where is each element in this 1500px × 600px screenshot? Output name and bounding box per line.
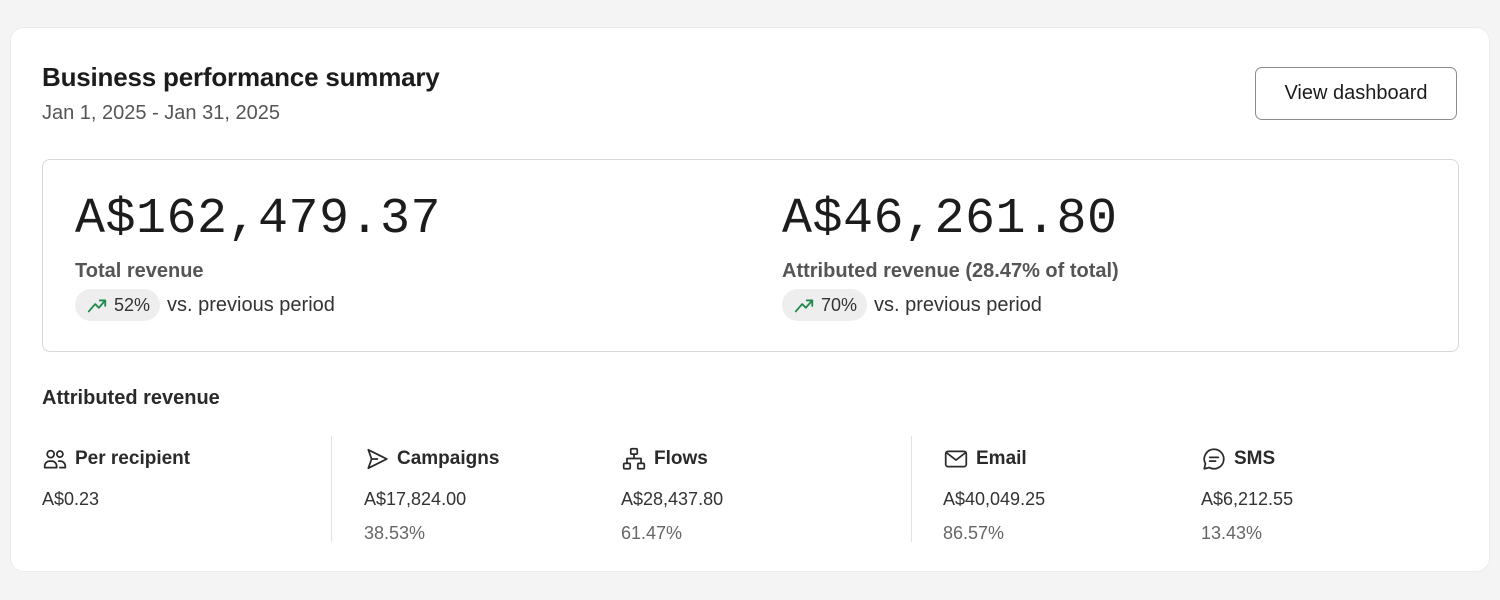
stat-value: A$28,437.80	[621, 489, 724, 509]
page-title: Business performance summary	[42, 62, 440, 92]
change-badge: 52%	[75, 289, 161, 321]
change-suffix: vs. previous period	[167, 293, 335, 316]
stat-percent: 38.53%	[364, 523, 426, 543]
attributed-revenue-change: 70% vs. previous period	[782, 289, 1119, 321]
stat-email: Email A$40,049.25 86.57%	[943, 446, 1045, 544]
total-revenue-metric: A$162,479.37 Total revenue 52% vs. previ…	[75, 192, 441, 321]
change-percent: 70%	[821, 294, 858, 315]
total-revenue-label: Total revenue	[75, 260, 204, 282]
view-dashboard-button[interactable]: View dashboard	[1255, 67, 1457, 120]
chat-icon	[1203, 448, 1225, 470]
card-header: Business performance summary Jan 1, 2025…	[42, 62, 440, 125]
performance-summary-card: Business performance summary Jan 1, 2025…	[10, 27, 1490, 572]
send-icon	[367, 448, 388, 470]
trend-up-icon	[794, 299, 814, 313]
stat-value: A$17,824.00	[364, 489, 467, 509]
mail-icon	[944, 450, 968, 468]
stat-percent: 61.47%	[621, 523, 683, 543]
stat-sms: SMS A$6,212.55 13.43%	[1201, 446, 1293, 544]
stat-label: Per recipient	[75, 448, 191, 469]
stat-campaigns: Campaigns A$17,824.00 38.53%	[364, 446, 499, 544]
stat-percent: 13.43%	[1201, 523, 1263, 543]
attributed-revenue-value: A$46,261.80	[782, 191, 1118, 248]
date-range: Jan 1, 2025 - Jan 31, 2025	[42, 102, 280, 124]
attributed-revenue-metric: A$46,261.80 Attributed revenue (28.47% o…	[782, 192, 1119, 321]
stat-label: Flows	[654, 448, 708, 469]
change-percent: 52%	[114, 294, 151, 315]
change-badge: 70%	[782, 289, 868, 321]
column-divider	[911, 436, 912, 542]
column-divider	[331, 436, 332, 542]
change-suffix: vs. previous period	[874, 293, 1042, 316]
total-revenue-value: A$162,479.37	[75, 191, 442, 248]
stat-value: A$40,049.25	[943, 489, 1046, 509]
revenue-summary-box: A$162,479.37 Total revenue 52% vs. previ…	[42, 159, 1459, 352]
users-icon	[43, 449, 67, 469]
attributed-revenue-label: Attributed revenue (28.47% of total)	[782, 260, 1119, 282]
stat-flows: Flows A$28,437.80 61.47%	[621, 446, 723, 544]
attributed-section-title: Attributed revenue	[42, 387, 220, 409]
stat-value: A$0.23	[42, 489, 100, 509]
trend-up-icon	[87, 299, 107, 313]
stat-value: A$6,212.55	[1201, 489, 1294, 509]
stat-label: SMS	[1234, 448, 1276, 469]
total-revenue-change: 52% vs. previous period	[75, 289, 441, 321]
stat-percent: 86.57%	[943, 523, 1005, 543]
stat-label: Email	[976, 448, 1027, 469]
flow-icon	[622, 447, 646, 470]
stat-label: Campaigns	[397, 448, 500, 469]
stat-per-recipient: Per recipient A$0.23	[42, 446, 190, 510]
